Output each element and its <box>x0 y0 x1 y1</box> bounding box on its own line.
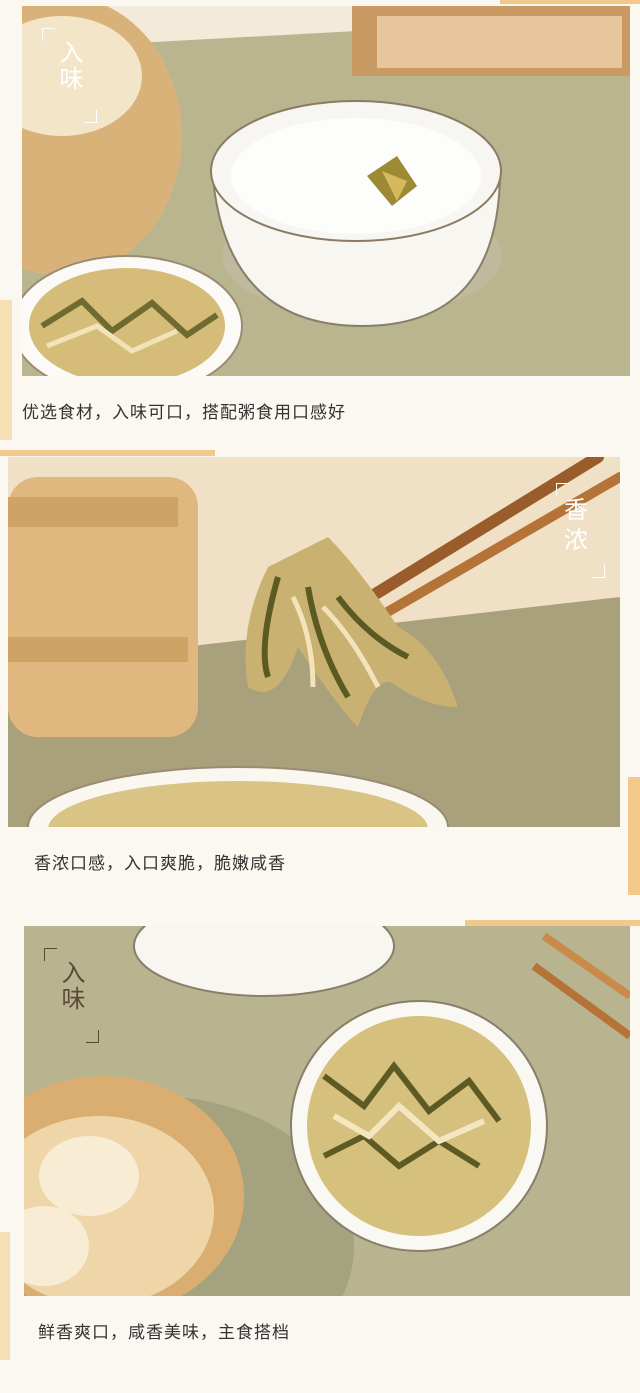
chopsticks-scene-illustration <box>8 457 620 827</box>
caption: 优选食材，入味可口，搭配粥食用口感好 <box>22 403 346 423</box>
product-photo-chopsticks: 香浓 <box>8 457 620 827</box>
section-2: 香浓 香浓口感，入口爽脆，脆嫩咸香 <box>0 450 640 910</box>
section-1: 入味 优选食材，入味可口，搭配粥食用口感好 <box>0 0 640 455</box>
section-3: 入味 鲜香爽口，咸香美味，主食搭档 <box>0 910 640 1393</box>
corner-bracket <box>86 1030 99 1043</box>
corner-bracket <box>84 110 97 123</box>
congee-scene-illustration <box>22 6 630 376</box>
caption: 香浓口感，入口爽脆，脆嫩咸香 <box>34 854 286 874</box>
product-photo-congee: 入味 <box>22 6 630 376</box>
caption: 鲜香爽口，咸香美味，主食搭档 <box>38 1323 290 1343</box>
product-photo-bowl: 入味 <box>24 926 630 1296</box>
accent-bar <box>628 777 640 895</box>
corner-bracket <box>592 565 605 578</box>
accent-bar <box>0 1232 10 1360</box>
section-tag: 入味 <box>55 40 83 92</box>
section-tag: 入味 <box>57 960 85 1012</box>
accent-bar <box>0 450 215 456</box>
bowl-scene-illustration <box>24 926 630 1296</box>
section-tag: 香浓 <box>564 496 590 554</box>
accent-bar <box>500 0 640 4</box>
accent-bar <box>0 300 12 440</box>
